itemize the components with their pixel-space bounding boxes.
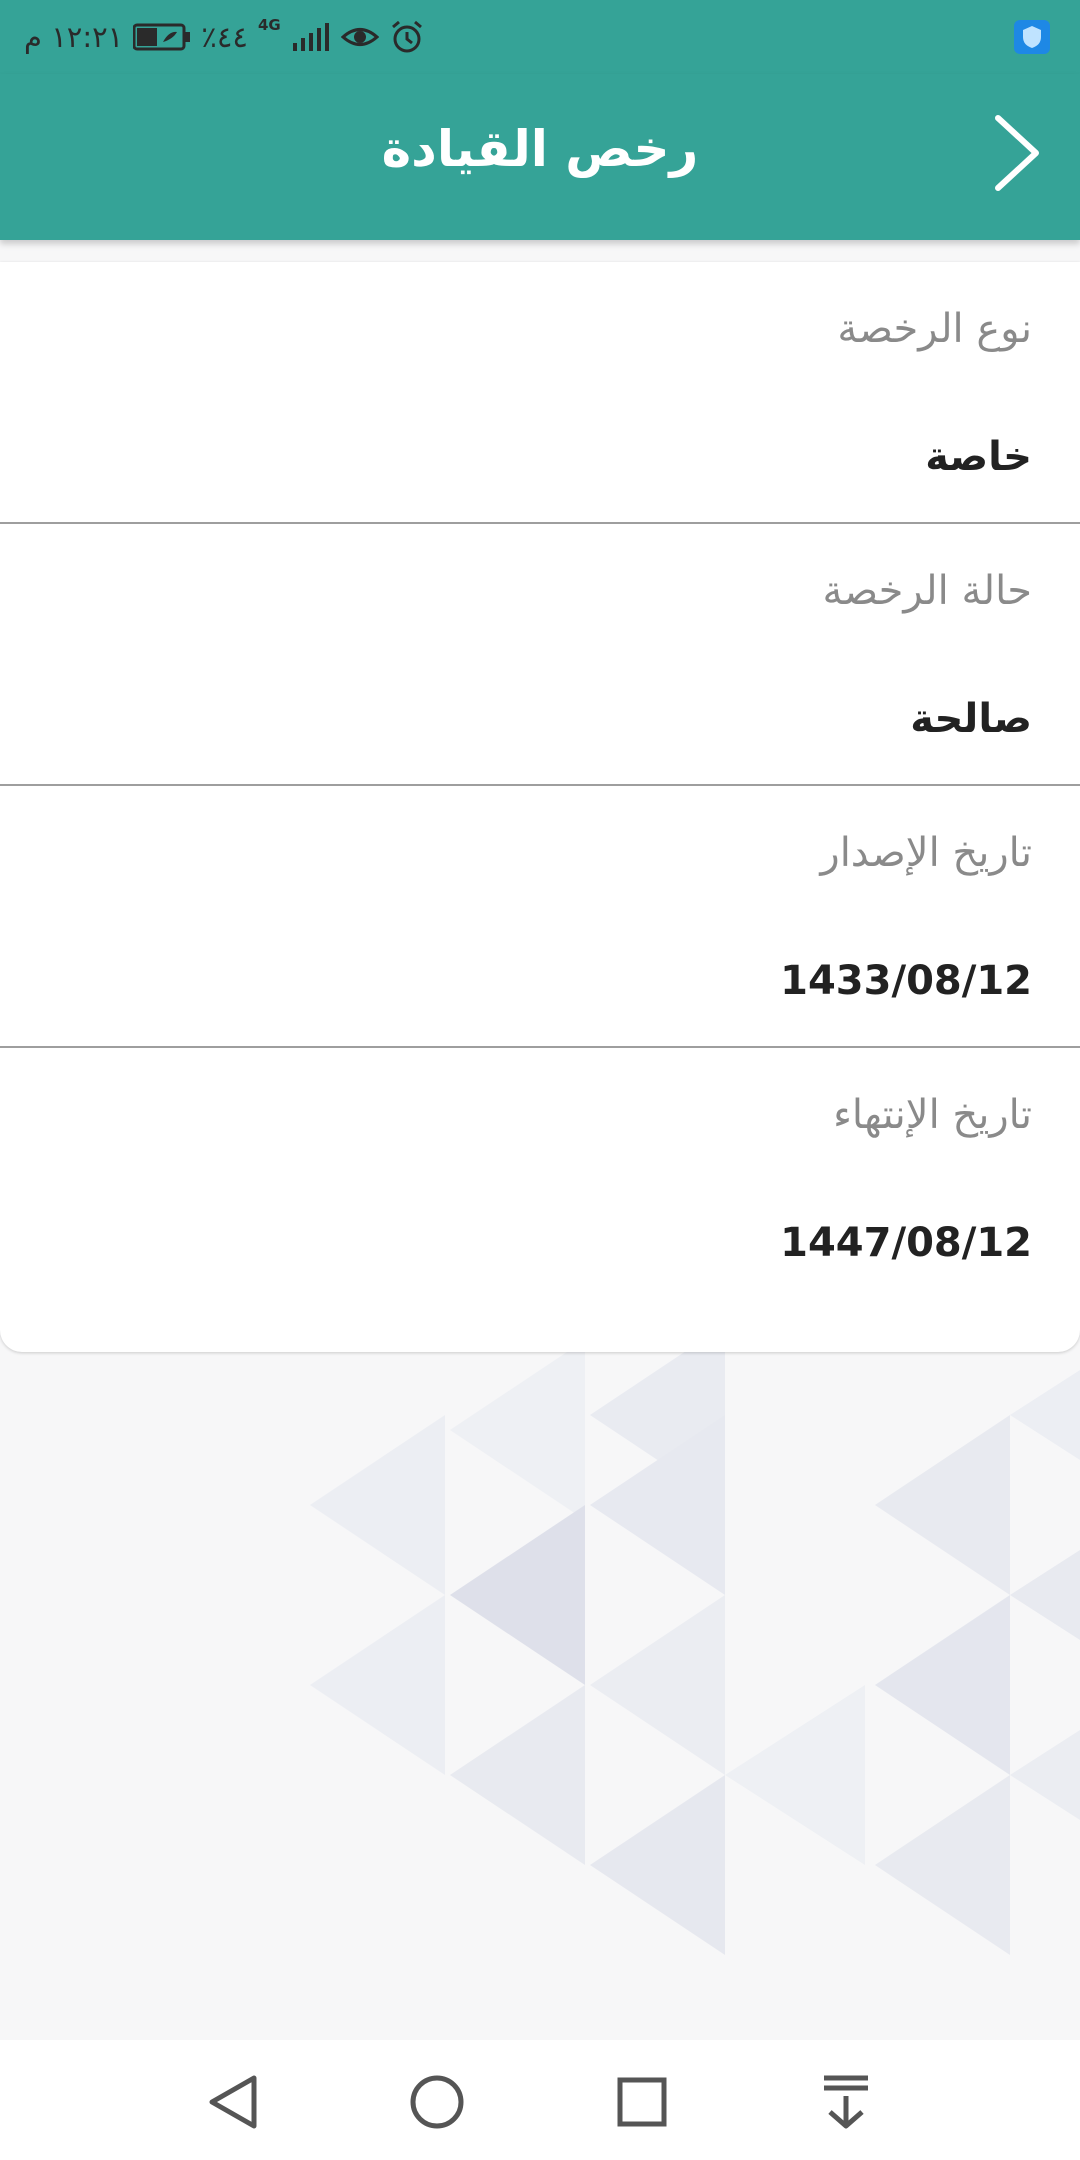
app-bar: رخص القيادة xyxy=(0,74,1080,240)
license-status-field: حالة الرخصة صالحة xyxy=(0,524,1080,786)
alarm-icon xyxy=(391,20,422,53)
nav-notifications-button[interactable] xyxy=(814,2070,878,2134)
license-status-label: حالة الرخصة xyxy=(822,568,1033,614)
network-type: 4G xyxy=(258,16,281,34)
system-navigation-bar xyxy=(0,2040,1080,2160)
security-shield-icon xyxy=(1014,20,1050,54)
nav-back-button[interactable] xyxy=(202,2070,266,2134)
eye-icon xyxy=(340,28,379,46)
license-type-label: نوع الرخصة xyxy=(837,306,1032,352)
circle-home-icon xyxy=(410,2075,464,2129)
expiry-date-label: تاريخ الإنتهاء xyxy=(833,1092,1032,1138)
issue-date-field: تاريخ الإصدار 1433/08/12 xyxy=(0,786,1080,1048)
battery-percent: ٪٤٤ xyxy=(201,20,248,54)
status-indicators: ١٢:٢١ م ٪٤٤ 4G xyxy=(24,14,425,60)
pull-down-icon xyxy=(824,2075,868,2129)
status-time: ١٢:٢١ م xyxy=(24,20,124,54)
signal-icon xyxy=(292,23,329,51)
nav-recents-button[interactable] xyxy=(610,2070,674,2134)
expiry-date-value: 1447/08/12 xyxy=(780,1220,1032,1266)
background-triangle-pattern xyxy=(310,1325,1080,1955)
license-type-value: خاصة xyxy=(925,434,1032,480)
square-recents-icon xyxy=(617,2077,667,2127)
triangle-back-icon xyxy=(209,2075,257,2129)
issue-date-label: تاريخ الإصدار xyxy=(820,830,1032,876)
license-type-field: نوع الرخصة خاصة xyxy=(0,262,1080,524)
back-button[interactable] xyxy=(982,112,1052,194)
expiry-date-field: تاريخ الإنتهاء 1447/08/12 xyxy=(0,1048,1080,1308)
issue-date-value: 1433/08/12 xyxy=(780,958,1032,1004)
license-details-card: نوع الرخصة خاصة حالة الرخصة صالحة تاريخ … xyxy=(0,262,1080,1352)
battery-icon xyxy=(133,23,191,51)
license-status-value: صالحة xyxy=(910,696,1032,742)
nav-home-button[interactable] xyxy=(405,2070,469,2134)
chevron-right-icon xyxy=(995,115,1039,191)
page-title: رخص القيادة xyxy=(381,120,699,178)
status-bar: ١٢:٢١ م ٪٤٤ 4G xyxy=(0,0,1080,74)
